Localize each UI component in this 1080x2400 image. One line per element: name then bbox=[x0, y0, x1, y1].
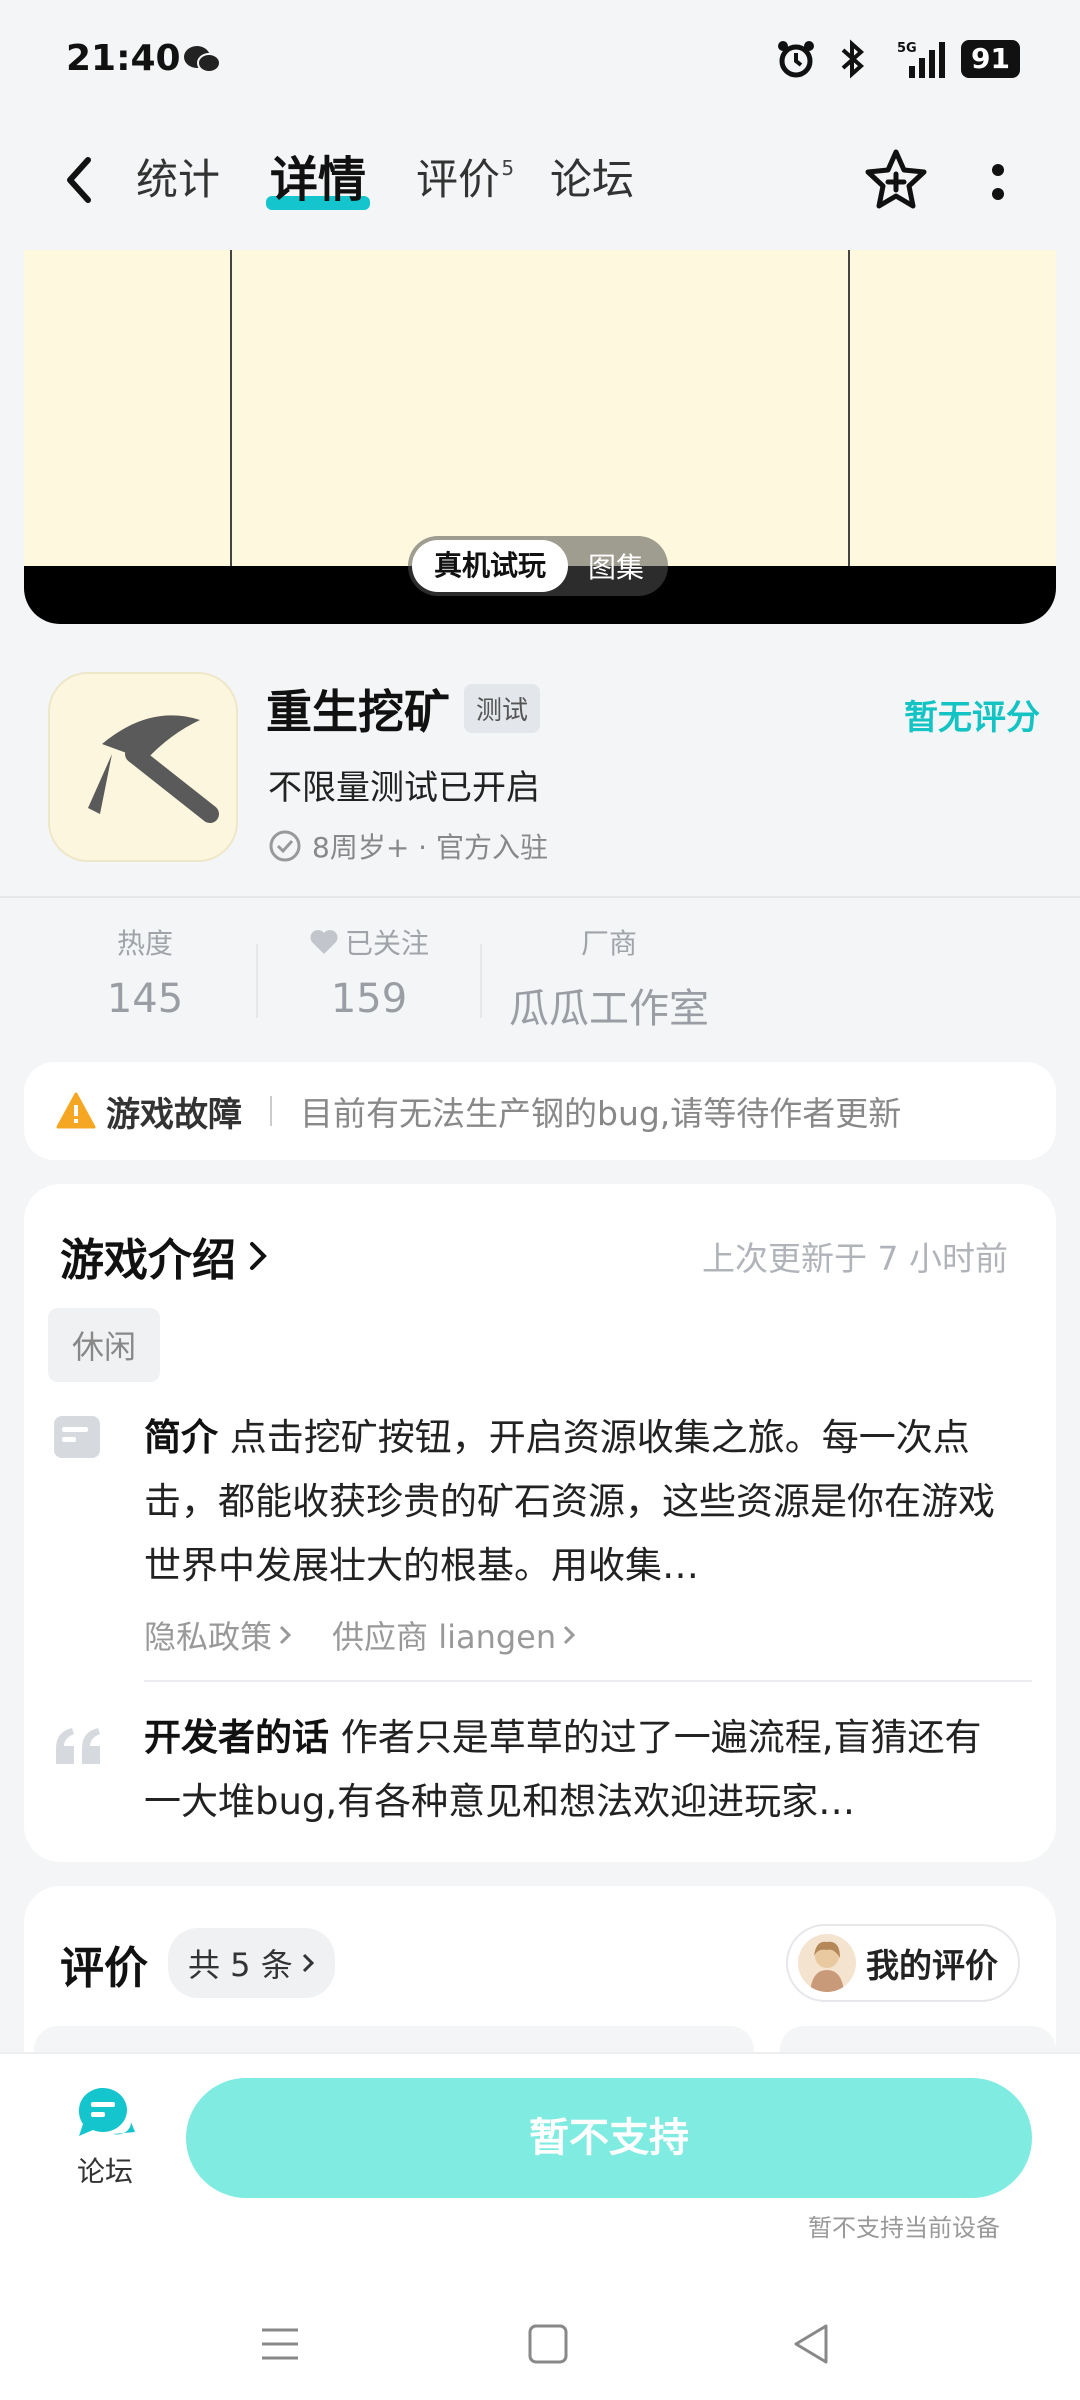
chevron-right-icon bbox=[279, 1625, 292, 1645]
game-meta: 8周岁+ · 官方入驻 bbox=[268, 826, 548, 866]
rating-status[interactable]: 暂无评分 bbox=[904, 690, 1040, 739]
privacy-policy-label: 隐私政策 bbox=[144, 1618, 273, 1656]
recent-apps-icon[interactable] bbox=[258, 2322, 302, 2366]
age-official-text: 8周岁+ · 官方入驻 bbox=[312, 831, 548, 864]
tab-reviews[interactable]: 评价 5 bbox=[416, 150, 514, 210]
description-body: 点击挖矿按钮，开启资源收集之旅。每一次点击，都能收获珍贵的矿石资源，这些资源是你… bbox=[144, 1416, 995, 1587]
my-review-label: 我的评价 bbox=[866, 1946, 998, 1985]
warning-icon bbox=[56, 1092, 96, 1129]
stat-separator bbox=[256, 944, 258, 1018]
chevron-right-icon bbox=[302, 1953, 314, 1973]
alarm-icon bbox=[778, 41, 815, 78]
heart-icon bbox=[310, 930, 338, 954]
bottom-action-bar: 论坛 暂不支持 暂不支持当前设备 bbox=[0, 2052, 1080, 2400]
game-description[interactable]: 简介 点击挖矿按钮，开启资源收集之旅。每一次点击，都能收获珍贵的矿石资源，这些资… bbox=[144, 1406, 1012, 1598]
tab-forum[interactable]: 论坛 bbox=[550, 150, 634, 210]
supplier-link[interactable]: 供应商 liangen bbox=[332, 1612, 576, 1658]
favorite-star-icon[interactable] bbox=[862, 146, 930, 214]
toggle-live-demo[interactable]: 真机试玩 bbox=[412, 540, 569, 592]
game-intro-card: 游戏介绍 上次更新于 7 小时前 休闲 简介 点击挖矿按钮，开启资源收集之旅。每… bbox=[24, 1184, 1056, 1862]
my-review-button[interactable]: 我的评价 bbox=[786, 1924, 1020, 2002]
toggle-gallery[interactable]: 图集 bbox=[588, 546, 644, 586]
stat-vendor-label: 厂商 bbox=[580, 927, 637, 960]
intro-title[interactable]: 游戏介绍 bbox=[60, 1224, 270, 1288]
chevron-right-icon bbox=[564, 1625, 576, 1645]
tab-bar: 统计 详情 评价 5 论坛 bbox=[136, 150, 634, 210]
tab-details[interactable]: 详情 bbox=[266, 150, 371, 210]
screenshot-3[interactable] bbox=[850, 250, 1056, 566]
verified-check-icon bbox=[269, 830, 301, 862]
screenshot-2[interactable] bbox=[232, 250, 850, 566]
game-title: 重生挖矿 bbox=[266, 685, 450, 739]
description-label: 简介 bbox=[144, 1416, 218, 1459]
status-indicators: 5G 91 bbox=[775, 38, 1020, 80]
tab-stats[interactable]: 统计 bbox=[136, 150, 220, 210]
chevron-right-icon bbox=[250, 1242, 267, 1270]
system-back-icon[interactable] bbox=[790, 2322, 834, 2366]
stat-heat-value: 145 bbox=[106, 976, 184, 1022]
forum-label: 论坛 bbox=[76, 2155, 133, 2188]
reviews-title: 评价 bbox=[60, 1943, 148, 1994]
pickaxe-icon bbox=[88, 715, 219, 823]
status-time: 21:40 bbox=[66, 38, 181, 79]
header-nav: 统计 详情 评价 5 论坛 bbox=[0, 130, 1080, 230]
forum-button[interactable]: 论坛 bbox=[64, 2084, 146, 2190]
stat-separator bbox=[480, 944, 482, 1018]
stat-heat-label: 热度 bbox=[116, 927, 173, 960]
stat-follow-label-text: 已关注 bbox=[344, 927, 429, 960]
signal-5g-icon: 5G bbox=[897, 41, 946, 78]
notice-separator bbox=[270, 1096, 272, 1126]
network-label: 5G bbox=[897, 41, 917, 56]
privacy-policy-link[interactable]: 隐私政策 bbox=[144, 1612, 292, 1658]
developer-note[interactable]: 开发者的话 作者只是草草的过了一遍流程,盲猜还有一大堆bug,有各种意见和想法欢… bbox=[144, 1706, 1012, 1834]
wechat-icon bbox=[184, 46, 221, 73]
game-subtitle: 不限量测试已开启 bbox=[268, 768, 540, 808]
status-bar: 21:40 5G 91 bbox=[0, 0, 1080, 120]
reviews-count-label: 共 5 条 bbox=[188, 1946, 293, 1984]
tab-reviews-label: 评价 bbox=[416, 155, 501, 204]
more-options-icon[interactable] bbox=[978, 154, 1018, 210]
home-icon[interactable] bbox=[526, 2322, 570, 2366]
stat-follow[interactable]: 已关注 159 bbox=[294, 922, 444, 1022]
stat-vendor[interactable]: 厂商 瓜瓜工作室 bbox=[504, 922, 714, 1034]
divider bbox=[144, 1680, 1032, 1682]
description-icon bbox=[54, 1416, 100, 1458]
intro-title-text: 游戏介绍 bbox=[60, 1235, 236, 1286]
device-unsupported-note: 暂不支持当前设备 bbox=[808, 2214, 1000, 2242]
last-updated-text: 上次更新于 7 小时前 bbox=[702, 1239, 1008, 1278]
back-arrow-icon[interactable] bbox=[56, 150, 100, 210]
supplier-label: 供应商 liangen bbox=[332, 1618, 557, 1656]
developer-note-label: 开发者的话 bbox=[144, 1716, 329, 1759]
policy-links: 隐私政策 供应商 liangen bbox=[144, 1612, 576, 1658]
install-button[interactable]: 暂不支持 bbox=[186, 2078, 1032, 2198]
media-mode-toggle[interactable]: 真机试玩 图集 bbox=[408, 536, 668, 596]
stat-follow-value: 159 bbox=[330, 976, 408, 1022]
notice-title: 游戏故障 bbox=[106, 1094, 242, 1135]
tab-reviews-badge: 5 bbox=[501, 156, 515, 180]
screenshot-1[interactable] bbox=[24, 250, 232, 566]
avatar bbox=[798, 1934, 856, 1992]
game-issue-notice[interactable]: 游戏故障 目前有无法生产钢的bug,请等待作者更新 bbox=[24, 1062, 1056, 1160]
notice-text: 目前有无法生产钢的bug,请等待作者更新 bbox=[300, 1094, 902, 1133]
game-app-icon bbox=[48, 672, 238, 862]
forum-chat-icon bbox=[78, 2088, 135, 2136]
battery-level: 91 bbox=[961, 40, 1020, 78]
stat-follow-label: 已关注 bbox=[294, 922, 444, 962]
genre-tag[interactable]: 休闲 bbox=[48, 1308, 161, 1382]
media-gallery[interactable]: 真机试玩 图集 bbox=[24, 250, 1056, 624]
quote-icon bbox=[56, 1728, 100, 1764]
reviews-count-button[interactable]: 共 5 条 bbox=[168, 1928, 335, 1998]
divider bbox=[0, 896, 1080, 898]
test-badge: 测试 bbox=[464, 684, 541, 733]
stat-vendor-value: 瓜瓜工作室 bbox=[509, 986, 709, 1032]
avatar-image bbox=[810, 1941, 844, 1992]
bluetooth-icon bbox=[841, 39, 865, 79]
stat-heat: 热度 145 bbox=[90, 922, 200, 1022]
